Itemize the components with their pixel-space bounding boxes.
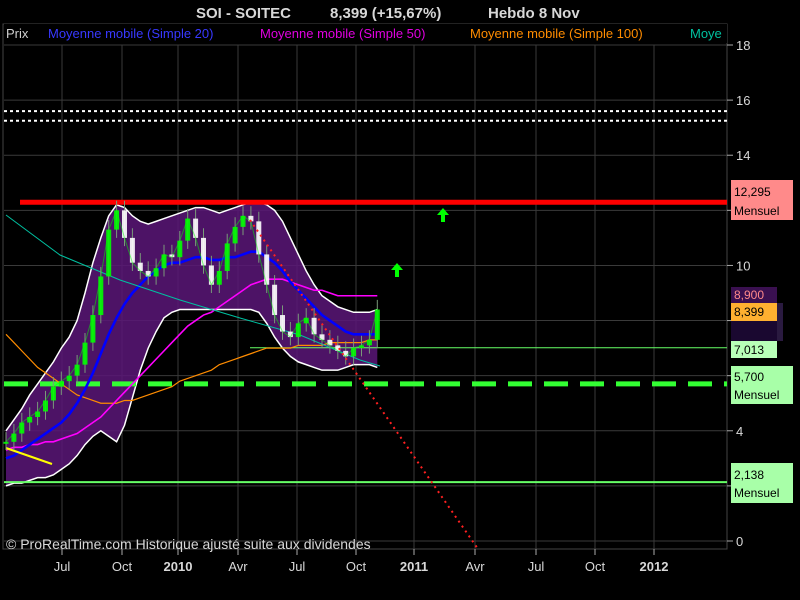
x-tick-label: Oct [346, 559, 367, 574]
candle-body [311, 317, 317, 335]
x-axis: Jul Oct 2010 Avr Jul Oct 2011 Avr Jul Oct 2012 [54, 549, 669, 574]
candle-body [374, 309, 380, 340]
y-tick-label: 4 [736, 424, 743, 439]
badge-resistance-period: Mensuel [734, 204, 779, 218]
period-label: Hebdo 8 Nov [488, 5, 580, 22]
candle-body [177, 240, 183, 258]
candle-body [82, 342, 88, 365]
candle-body [129, 237, 135, 263]
badge-resistance: 12,295 Mensuel [731, 180, 793, 220]
chart-stage: 024681012141618 JulOct2010AvrJulOct2011A… [0, 0, 800, 600]
candle-body [224, 243, 230, 271]
candle-body [272, 284, 278, 316]
x-tick-label: Oct [585, 559, 606, 574]
candle-body [106, 229, 112, 277]
chart-title: SOI - SOITEC [196, 5, 291, 22]
legend-price[interactable]: Prix [6, 26, 29, 41]
x-tick-label: 2010 [164, 559, 193, 574]
badge-last-price-value: 8,399 [734, 305, 764, 319]
x-tick-label: Jul [289, 559, 306, 574]
x-tick-label: Jul [528, 559, 545, 574]
badge-support-mid: 5,700 Mensuel [731, 366, 793, 404]
x-tick-label: Oct [112, 559, 133, 574]
badge-support-low: 2,138 Mensuel [731, 463, 793, 503]
badge-support-low-value: 2,138 [734, 468, 764, 482]
candle-body [264, 254, 270, 285]
y-tick-label: 18 [736, 38, 750, 53]
y-tick-label: 14 [736, 148, 750, 163]
badge-upper-band: 8,900 [731, 287, 777, 303]
candle-body [122, 210, 127, 238]
candle-body [280, 315, 285, 332]
candle-body [3, 441, 9, 444]
badge-resistance-value: 12,295 [734, 185, 771, 199]
legend-ma20[interactable]: Moyenne mobile (Simple 20) [48, 26, 213, 41]
price-chart: 024681012141618 JulOct2010AvrJulOct2011A… [2, 5, 793, 574]
x-tick-label: 2012 [640, 559, 669, 574]
x-tick-label: Avr [228, 559, 248, 574]
candle-body [193, 218, 199, 238]
candle-body [98, 276, 104, 316]
candle-body [90, 315, 96, 343]
price-change: 8,399 (+15,67%) [330, 5, 441, 22]
x-tick-label: Jul [54, 559, 71, 574]
legend-ma-cut[interactable]: Moye [690, 26, 722, 41]
badge-support-low-period: Mensuel [734, 486, 779, 500]
badge-upper-band-value: 8,900 [734, 288, 764, 302]
badge-support-mid-value: 5,700 [734, 370, 764, 384]
y-tick-label: 0 [736, 534, 743, 549]
badge-horizontal-value: 7,013 [734, 343, 764, 357]
legend-ma100[interactable]: Moyenne mobile (Simple 100) [470, 26, 643, 41]
y-tick-label: 10 [736, 258, 750, 273]
badge-horizontal: 7,013 [731, 341, 777, 358]
candle-body [256, 221, 262, 255]
y-tick-label: 16 [736, 93, 750, 108]
copyright-note: © ProRealTime.com Historique ajusté suit… [6, 536, 371, 552]
x-tick-label: 2011 [400, 559, 428, 574]
badge-last-price: 8,399 [731, 303, 777, 321]
badge-support-mid-period: Mensuel [734, 388, 779, 402]
candle-body [201, 237, 206, 266]
x-tick-label: Avr [465, 559, 485, 574]
candle-body [232, 226, 238, 244]
candle-body [114, 210, 120, 230]
legend-ma50[interactable]: Moyenne mobile (Simple 50) [260, 26, 425, 41]
